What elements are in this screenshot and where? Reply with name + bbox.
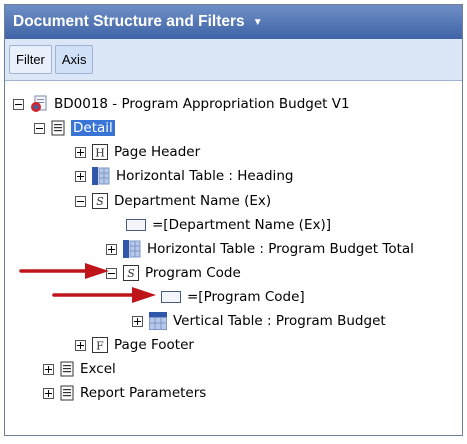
annotation-arrow-icon — [52, 287, 156, 303]
cell-icon — [126, 218, 146, 232]
tree-label-page-header: Page Header — [114, 144, 201, 160]
expand-icon[interactable] — [43, 363, 54, 375]
panel-header[interactable]: Document Structure and Filters ▼ — [5, 5, 462, 39]
collapse-icon[interactable] — [13, 98, 24, 110]
tree-label-department-section: Department Name (Ex) — [114, 193, 272, 209]
tree-node-excel[interactable]: Excel — [43, 358, 116, 380]
tree-label-program-section: Program Code — [145, 265, 241, 281]
tree-node-report-parameters[interactable]: Report Parameters — [43, 382, 206, 404]
tree-label-program-cell: =[Program Code] — [187, 289, 305, 305]
tree-node-detail[interactable]: Detail — [34, 117, 115, 139]
collapse-icon[interactable] — [75, 195, 86, 207]
tree-node-department-cell[interactable]: =[Department Name (Ex)] — [126, 214, 331, 236]
expand-icon[interactable] — [106, 243, 117, 255]
section-icon: S — [123, 265, 139, 281]
structure-tree: BD0018 - Program Appropriation Budget V1… — [5, 81, 462, 435]
tree-label-report-parameters: Report Parameters — [80, 385, 207, 401]
expand-icon[interactable] — [75, 146, 86, 158]
tree-node-department-section[interactable]: S Department Name (Ex) — [75, 190, 271, 212]
footer-icon-letter: F — [96, 340, 104, 353]
expand-icon[interactable] — [132, 315, 143, 327]
tree-label-horizontal-heading: Horizontal Table : Heading — [116, 168, 294, 184]
page-header-icon: H — [92, 144, 108, 160]
tree-node-horizontal-heading[interactable]: Horizontal Table : Heading — [75, 165, 293, 187]
report-page-icon — [60, 361, 74, 377]
cell-icon — [161, 290, 181, 304]
report-page-icon — [51, 120, 65, 136]
tree-node-page-footer[interactable]: F Page Footer — [75, 334, 194, 356]
chevron-down-icon[interactable]: ▼ — [253, 17, 263, 28]
tree-node-page-header[interactable]: H Page Header — [75, 141, 200, 163]
tree-label-page-footer: Page Footer — [114, 337, 194, 353]
section-icon-letter: S — [96, 195, 104, 208]
tree-node-program-section[interactable]: S Program Code — [106, 262, 241, 284]
expand-icon[interactable] — [75, 170, 86, 182]
expand-icon[interactable] — [75, 339, 86, 351]
annotation-arrow-icon — [19, 263, 109, 279]
header-icon-letter: H — [95, 147, 105, 160]
tab-filter[interactable]: Filter — [9, 45, 52, 74]
tree-node-horizontal-total[interactable]: Horizontal Table : Program Budget Total — [106, 238, 414, 260]
tree-node-root[interactable]: BD0018 - Program Appropriation Budget V1 — [13, 93, 350, 115]
tab-axis[interactable]: Axis — [54, 45, 94, 74]
horizontal-table-icon — [123, 240, 141, 258]
document-structure-panel: Document Structure and Filters ▼ Filter … — [4, 4, 463, 436]
panel-title: Document Structure and Filters — [13, 13, 245, 30]
page-footer-icon: F — [92, 337, 108, 353]
tree-label-vertical-table: Vertical Table : Program Budget — [173, 313, 386, 329]
report-document-icon — [30, 95, 48, 113]
tree-label-horizontal-total: Horizontal Table : Program Budget Total — [147, 241, 414, 257]
section-icon-letter: S — [127, 267, 135, 280]
tree-node-vertical-table[interactable]: Vertical Table : Program Budget — [132, 310, 386, 332]
collapse-icon[interactable] — [34, 122, 45, 134]
tree-label-root: BD0018 - Program Appropriation Budget V1 — [54, 96, 350, 112]
tree-label-excel: Excel — [80, 361, 116, 377]
expand-icon[interactable] — [43, 387, 54, 399]
tab-bar: Filter Axis — [5, 39, 462, 81]
tree-node-program-cell[interactable]: =[Program Code] — [161, 286, 305, 308]
horizontal-table-icon — [92, 167, 110, 185]
vertical-table-icon — [149, 312, 167, 330]
tree-label-department-cell: =[Department Name (Ex)] — [152, 217, 332, 233]
tree-label-detail: Detail — [71, 120, 115, 136]
section-icon: S — [92, 193, 108, 209]
report-page-icon — [60, 385, 74, 401]
